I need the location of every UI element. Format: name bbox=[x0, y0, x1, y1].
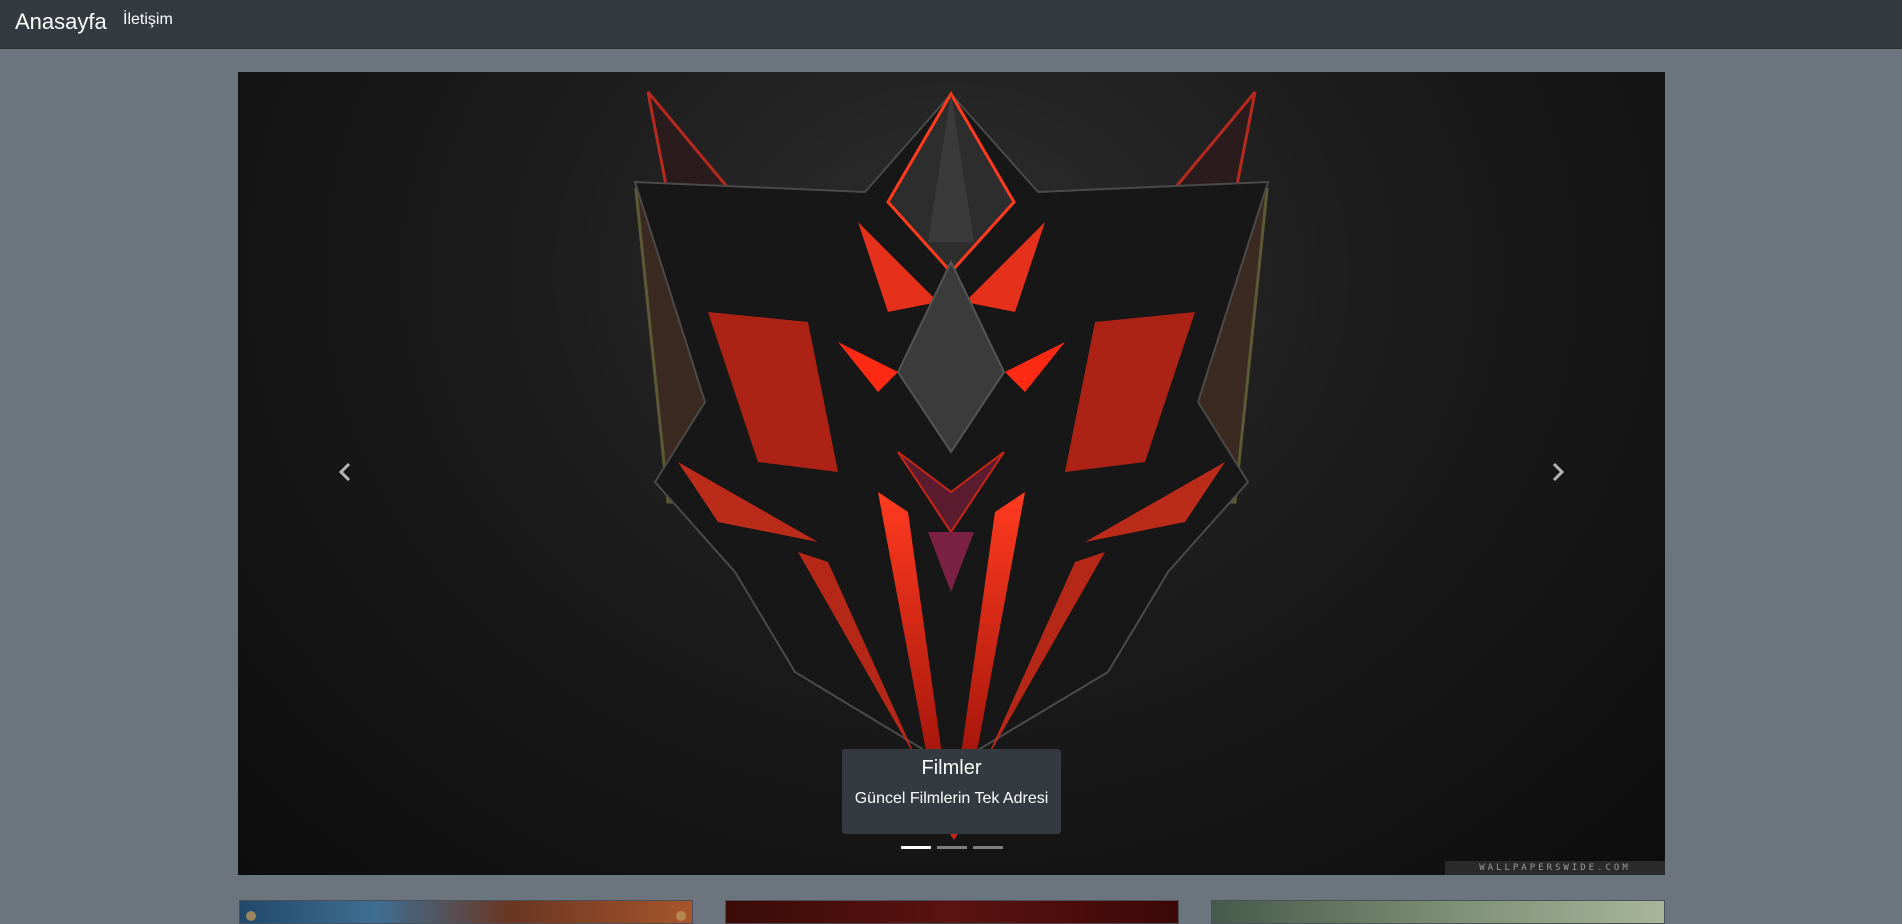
hero-carousel: Filmler Güncel Filmlerin Tek Adresi WALL… bbox=[238, 72, 1665, 875]
chevron-left-icon bbox=[338, 462, 351, 482]
caption-pointer bbox=[950, 834, 958, 840]
carousel-indicator-3[interactable] bbox=[973, 846, 1003, 849]
carousel-indicator-1[interactable] bbox=[901, 846, 931, 849]
caption-text: Güncel Filmlerin Tek Adresi bbox=[854, 790, 1049, 807]
carousel-next-button[interactable] bbox=[1543, 442, 1573, 502]
top-navbar: Anasayfa İletişim bbox=[0, 0, 1902, 49]
carousel-indicators bbox=[901, 846, 1003, 849]
image-watermark: WALLPAPERSWIDE.COM bbox=[1445, 861, 1665, 875]
caption-title: Filmler bbox=[921, 757, 982, 779]
movie-card-3[interactable] bbox=[1211, 900, 1665, 924]
carousel-indicator-2[interactable] bbox=[937, 846, 967, 849]
decorative-dot bbox=[676, 911, 686, 921]
decorative-dot bbox=[246, 911, 256, 921]
brand-link[interactable]: Anasayfa bbox=[15, 9, 107, 35]
carousel-prev-button[interactable] bbox=[330, 442, 360, 502]
chevron-right-icon bbox=[1552, 462, 1565, 482]
movie-card-1[interactable] bbox=[239, 900, 693, 924]
nav-link-contact[interactable]: İletişim bbox=[123, 11, 173, 29]
movie-card-2[interactable] bbox=[725, 900, 1179, 924]
carousel-caption: Filmler Güncel Filmlerin Tek Adresi bbox=[842, 749, 1061, 840]
